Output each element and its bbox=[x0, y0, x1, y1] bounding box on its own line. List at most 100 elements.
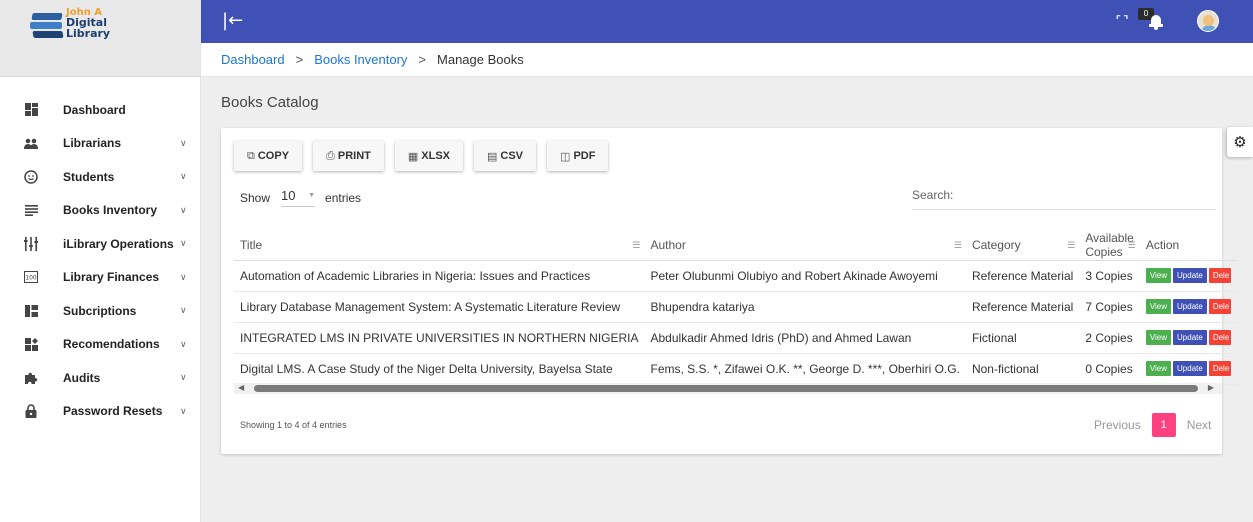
brand-area: John A Digital Library bbox=[0, 0, 200, 77]
entries-select-value: 10 bbox=[281, 188, 296, 203]
logo-text-line3: Library bbox=[66, 27, 111, 40]
entries-control: Show 10 ▼ entries bbox=[240, 188, 361, 207]
sidebar-item-library-finances[interactable]: 100 Library Finances ∨ bbox=[0, 261, 200, 295]
sort-icon: ☰ bbox=[632, 240, 641, 250]
pagination: Previous 1 Next bbox=[1094, 413, 1211, 437]
fullscreen-icon[interactable]: ⌜ ⌝ bbox=[1116, 15, 1128, 26]
horizontal-scrollbar[interactable]: ◀ ▶ bbox=[234, 383, 1222, 394]
table-row: Library Database Management System: A Sy… bbox=[234, 291, 1238, 323]
sidebar-item-label: Dashboard bbox=[63, 102, 126, 117]
sidebar-item-label: Password Resets bbox=[63, 404, 163, 419]
cell-copies: 7 Copies bbox=[1079, 291, 1140, 323]
xlsx-button[interactable]: ▦ XLSX bbox=[394, 141, 463, 171]
page-1-button[interactable]: 1 bbox=[1151, 413, 1176, 437]
delete-button[interactable]: Dele bbox=[1208, 330, 1232, 345]
cell-author: Fems, S.S. *, Zifawei O.K. **, George D.… bbox=[644, 353, 966, 385]
sidebar-item-students[interactable]: Students ∨ bbox=[0, 160, 200, 194]
breadcrumb-current: Manage Books bbox=[437, 52, 524, 67]
sidebar-item-recomendations[interactable]: Recomendations ∨ bbox=[0, 328, 200, 362]
delete-button[interactable]: Dele bbox=[1208, 361, 1232, 376]
csv-button[interactable]: ▤ CSV bbox=[474, 141, 537, 171]
update-button[interactable]: Update bbox=[1173, 299, 1207, 314]
page-title: Books Catalog bbox=[221, 94, 319, 111]
sidebar-item-label: Audits bbox=[63, 370, 101, 385]
delete-button[interactable]: Dele bbox=[1208, 299, 1232, 314]
column-header-label: Author bbox=[650, 237, 686, 252]
lock-icon bbox=[24, 404, 38, 419]
view-button[interactable]: View bbox=[1145, 361, 1172, 376]
view-button[interactable]: View bbox=[1145, 299, 1172, 314]
list-icon bbox=[24, 203, 38, 217]
cell-actions: View Update Dele bbox=[1139, 322, 1238, 354]
chevron-down-icon: ∨ bbox=[180, 204, 187, 215]
people-icon bbox=[24, 136, 38, 150]
cell-title: Digital LMS. A Case Study of the Niger D… bbox=[234, 353, 645, 385]
top-bar: |← ⌜ ⌝ 0 bbox=[201, 0, 1253, 43]
sidebar-item-label: Librarians bbox=[63, 136, 122, 151]
column-header-label: Action bbox=[1145, 237, 1180, 252]
pdf-button[interactable]: ◫ PDF bbox=[547, 141, 609, 171]
scroll-right-icon[interactable]: ▶ bbox=[1208, 383, 1214, 392]
puzzle-icon bbox=[24, 371, 38, 385]
previous-page-button[interactable]: Previous bbox=[1094, 418, 1141, 432]
breadcrumb-dashboard[interactable]: Dashboard bbox=[221, 52, 285, 67]
avatar[interactable] bbox=[1197, 10, 1219, 32]
view-button[interactable]: View bbox=[1145, 330, 1172, 345]
column-header-category[interactable]: Category ☰ bbox=[965, 230, 1080, 261]
table-info: Showing 1 to 4 of 4 entries bbox=[240, 420, 347, 430]
books-table: Title ☰ Author ☰ Category ☰ Available Copie… bbox=[234, 230, 1238, 385]
chevron-down-icon: ∨ bbox=[180, 305, 187, 316]
scrollbar-thumb[interactable] bbox=[254, 385, 1198, 392]
breadcrumb-books-inventory[interactable]: Books Inventory bbox=[314, 52, 407, 67]
chevron-down-icon: ∨ bbox=[180, 238, 187, 249]
printer-icon: ⎙ bbox=[326, 149, 335, 162]
table-row: INTEGRATED LMS IN PRIVATE UNIVERSITIES I… bbox=[234, 322, 1238, 354]
update-button[interactable]: Update bbox=[1173, 268, 1207, 283]
sidebar-item-audits[interactable]: Audits ∨ bbox=[0, 361, 200, 395]
entries-label: entries bbox=[325, 190, 362, 205]
view-button[interactable]: View bbox=[1145, 268, 1172, 283]
dropdown-arrow-icon: ▼ bbox=[308, 192, 316, 199]
entries-select[interactable]: 10 ▼ bbox=[281, 188, 316, 207]
library-logo[interactable]: John A Digital Library bbox=[30, 7, 125, 43]
books-stack-icon bbox=[30, 11, 64, 41]
column-header-title[interactable]: Title ☰ bbox=[234, 230, 645, 261]
column-header-available-copies[interactable]: Available Copies ☰ bbox=[1079, 230, 1140, 261]
scroll-left-icon[interactable]: ◀ bbox=[238, 383, 244, 392]
breadcrumb: Dashboard > Books Inventory > Manage Boo… bbox=[201, 43, 1253, 77]
sidebar-item-label: Books Inventory bbox=[63, 203, 158, 218]
cell-copies: 0 Copies bbox=[1079, 353, 1140, 385]
cell-category: Reference Material bbox=[965, 291, 1080, 323]
print-button-label: PRINT bbox=[337, 150, 371, 162]
column-header-author[interactable]: Author ☰ bbox=[644, 230, 966, 261]
export-toolbar: ⧉ COPY ⎙ PRINT ▦ XLSX ▤ CSV ◫ PDF bbox=[234, 141, 619, 171]
next-page-button[interactable]: Next bbox=[1187, 418, 1212, 432]
sidebar-item-subcriptions[interactable]: Subcriptions ∨ bbox=[0, 294, 200, 328]
chevron-down-icon: ∨ bbox=[180, 405, 187, 416]
delete-button[interactable]: Dele bbox=[1208, 268, 1232, 283]
sidebar-item-books-inventory[interactable]: Books Inventory ∨ bbox=[0, 194, 200, 228]
print-button[interactable]: ⎙ PRINT bbox=[313, 141, 384, 171]
csv-file-icon: ▤ bbox=[487, 150, 498, 163]
sidebar-item-librarians[interactable]: Librarians ∨ bbox=[0, 127, 200, 161]
sidebar-item-dashboard[interactable]: Dashboard bbox=[0, 93, 200, 127]
update-button[interactable]: Update bbox=[1173, 330, 1207, 345]
sidebar-item-password-resets[interactable]: Password Resets ∨ bbox=[0, 395, 200, 429]
sidebar-item-ilibrary-operations[interactable]: iLibrary Operations ∨ bbox=[0, 227, 200, 261]
search-input[interactable]: Search: bbox=[912, 188, 1216, 210]
collapse-sidebar-icon[interactable]: |← bbox=[222, 11, 243, 31]
cell-category: Reference Material bbox=[965, 260, 1080, 292]
sidebar-item-label: Subcriptions bbox=[63, 303, 137, 318]
breadcrumb-separator-icon: > bbox=[418, 52, 427, 67]
cell-title: Library Database Management System: A Sy… bbox=[234, 291, 645, 323]
breadcrumb-separator-icon: > bbox=[295, 52, 304, 67]
cell-actions: View Update Dele bbox=[1139, 291, 1238, 323]
settings-gear-icon[interactable]: ⚙ bbox=[1227, 127, 1253, 157]
sidebar-item-label: Students bbox=[63, 169, 115, 184]
update-button[interactable]: Update bbox=[1173, 361, 1207, 376]
bell-icon[interactable] bbox=[1149, 13, 1163, 30]
column-header-label: Title bbox=[240, 237, 263, 252]
cell-actions: View Update Dele bbox=[1139, 260, 1238, 292]
operations-icon bbox=[24, 236, 38, 251]
copy-button[interactable]: ⧉ COPY bbox=[234, 141, 303, 171]
